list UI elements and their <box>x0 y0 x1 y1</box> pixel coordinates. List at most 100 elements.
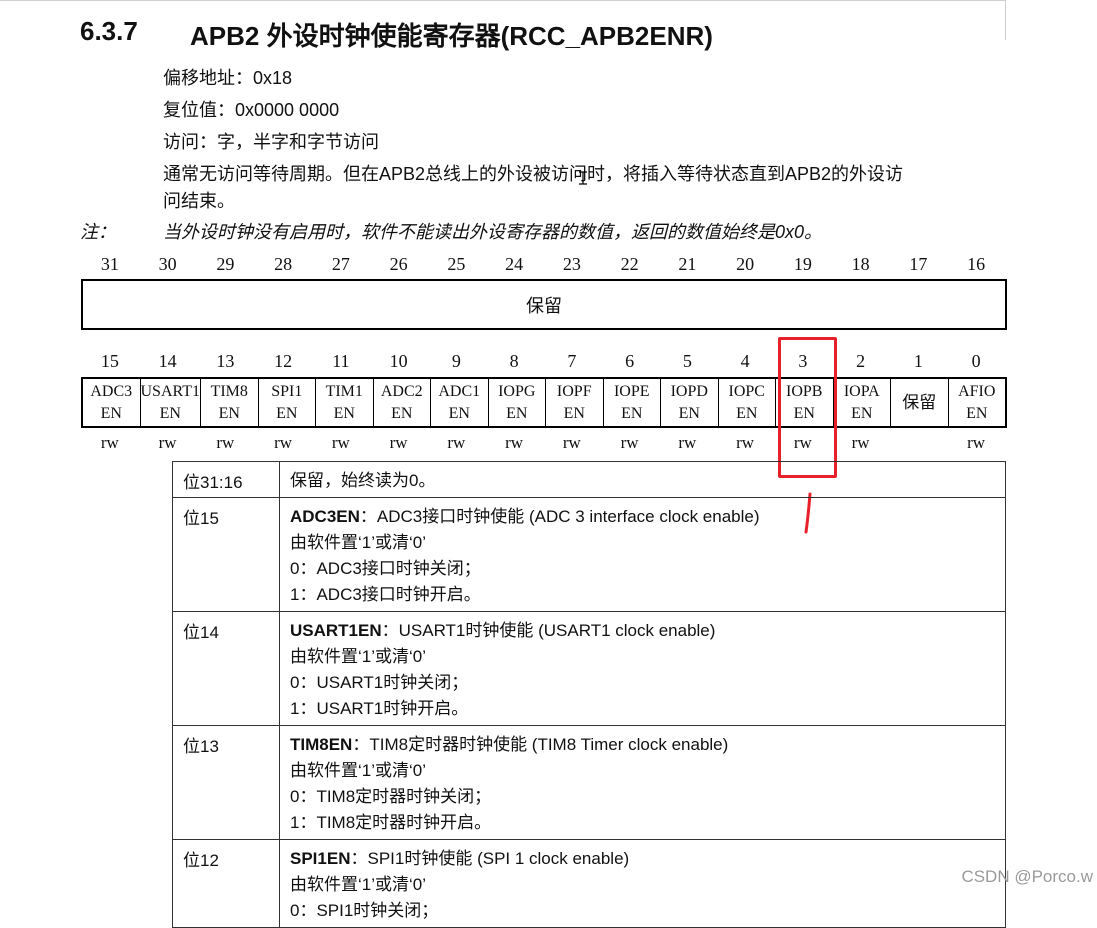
bit-description: 保留，始终读为0。 <box>279 461 1006 498</box>
page-right-rule <box>1005 0 1006 40</box>
section-number: 6.3.7 <box>80 16 138 46</box>
access-label: rw <box>100 433 119 452</box>
access-label <box>890 433 948 453</box>
description-line: 由软件置‘1’或清‘0’ <box>290 533 427 552</box>
bit-number: 4 <box>740 351 750 371</box>
field-summary: ：USART1时钟使能 (USART1 clock enable) <box>381 621 716 640</box>
bit-number: 6 <box>625 351 635 371</box>
bit-range: 位14 <box>172 611 280 726</box>
register-field: IOPC EN <box>719 379 776 426</box>
bit-range: 位13 <box>172 725 280 840</box>
description-row: 位13 TIM8EN：TIM8定时器时钟使能 (TIM8 Timer clock … <box>172 725 1006 840</box>
access-row: rw rw rw rw rw rw rw rw rw rw rw rw rw rw rw <box>81 433 1005 453</box>
bit-number: 1 <box>913 351 923 371</box>
register-field: SPI1 EN <box>259 379 316 426</box>
access-label: rw <box>505 433 524 452</box>
field-name: USART1EN <box>290 621 382 640</box>
description-title-line: SPI1EN：SPI1时钟使能 (SPI 1 clock enable) <box>290 846 997 872</box>
bit-number: 28 <box>274 254 293 274</box>
bit-number: 5 <box>682 351 692 371</box>
bit-description-table: 位31:16 保留，始终读为0。 位15 ADC3EN：ADC3接口时钟使能 (ADC… <box>172 461 1006 928</box>
field-summary: ：TIM8定时器时钟使能 (TIM8 Timer clock enable) <box>352 735 729 754</box>
register-field: TIM8 EN <box>201 379 259 426</box>
description-line: 1：ADC3接口时钟开启。 <box>290 585 481 604</box>
register-field: 保留 <box>891 379 949 426</box>
register-field: IOPG EN <box>489 379 546 426</box>
register-field: IOPE EN <box>604 379 661 426</box>
bit-number: 11 <box>332 351 350 371</box>
low-bit-numbers: 15 14 13 12 11 10 9 8 7 6 5 4 3 2 1 0 <box>81 351 1005 372</box>
register-field: IOPD EN <box>661 379 719 426</box>
bit-number: 9 <box>451 351 461 371</box>
register-field: ADC3 EN <box>83 379 141 426</box>
bit-number: 15 <box>100 351 119 371</box>
highlight-rectangle <box>778 337 837 478</box>
watermark: CSDN @Porco.w <box>961 867 1093 886</box>
bit-number: 20 <box>736 254 755 274</box>
field-summary: ：ADC3接口时钟使能 (ADC 3 interface clock enabl… <box>359 507 760 526</box>
access-label: rw <box>389 433 408 452</box>
description-line: 0：USART1时钟关闭； <box>290 673 469 692</box>
bit-number: 7 <box>567 351 577 371</box>
description-line: 1：TIM8定时器时钟开启。 <box>290 813 492 832</box>
wait-description-line2: 问结束。 <box>163 191 235 211</box>
access-label: rw <box>216 433 235 452</box>
bit-number: 21 <box>678 254 697 274</box>
bit-description: TIM8EN：TIM8定时器时钟使能 (TIM8 Timer clock ena… <box>279 725 1006 840</box>
note-label: 注： <box>80 222 116 242</box>
section-title: APB2 外设时钟使能寄存器(RCC_APB2ENR) <box>190 21 713 51</box>
bit-number: 23 <box>562 254 581 274</box>
register-field: IOPA EN <box>834 379 891 426</box>
register-field: IOPF EN <box>546 379 604 426</box>
high-bit-numbers: 31 30 29 28 27 26 25 24 23 22 21 20 19 18 17 16 <box>81 254 1005 275</box>
bit-range: 位12 <box>172 839 280 928</box>
register-high-reserved: 保留 <box>81 279 1007 330</box>
access-label: rw <box>562 433 581 452</box>
register-field: ADC1 EN <box>431 379 489 426</box>
offset-address: 偏移地址：0x18 <box>163 68 293 88</box>
note-text: 当外设时钟没有启用时，软件不能读出外设寄存器的数值，返回的数值始终是0x0。 <box>163 222 823 242</box>
bit-range: 位15 <box>172 497 280 612</box>
bit-number: 24 <box>505 254 524 274</box>
access-type: 访问：字，半字和字节访问 <box>163 132 379 152</box>
description-row: 位15 ADC3EN：ADC3接口时钟使能 (ADC 3 interface cl… <box>172 497 1006 612</box>
access-label: rw <box>331 433 350 452</box>
bit-number: 25 <box>447 254 466 274</box>
access-label: rw <box>736 433 755 452</box>
description-row: 位31:16 保留，始终读为0。 <box>172 461 1006 498</box>
access-label: rw <box>620 433 639 452</box>
bit-number: 31 <box>100 254 119 274</box>
bit-number: 18 <box>851 254 870 274</box>
bit-number: 27 <box>331 254 350 274</box>
field-name: SPI1EN <box>290 849 351 868</box>
access-label: rw <box>158 433 177 452</box>
description-line: 由软件置‘1’或清‘0’ <box>290 647 427 666</box>
bit-description: SPI1EN：SPI1时钟使能 (SPI 1 clock enable) 由软件置… <box>279 839 1006 928</box>
bit-description: USART1EN：USART1时钟使能 (USART1 clock enable… <box>279 611 1006 726</box>
bit-number: 22 <box>620 254 639 274</box>
reset-value: 复位值：0x0000 0000 <box>163 100 340 120</box>
description-line: 1：USART1时钟开启。 <box>290 699 469 718</box>
description-line: 0：TIM8定时器时钟关闭； <box>290 787 492 806</box>
field-name: ADC3EN <box>290 507 360 526</box>
description-title-line: USART1EN：USART1时钟使能 (USART1 clock enable… <box>290 618 997 644</box>
bit-range: 位31:16 <box>172 461 280 498</box>
description-line: 由软件置‘1’或清‘0’ <box>290 761 427 780</box>
description-title-line: 保留，始终读为0。 <box>290 468 997 494</box>
access-label: rw <box>851 433 870 452</box>
access-label: rw <box>274 433 293 452</box>
register-field: TIM1 EN <box>316 379 374 426</box>
bit-number: 13 <box>216 351 235 371</box>
bit-number: 10 <box>389 351 408 371</box>
bit-number: 0 <box>971 351 981 371</box>
bit-number: 26 <box>389 254 408 274</box>
access-label: rw <box>447 433 466 452</box>
bit-number: 12 <box>274 351 293 371</box>
reserved-label: 保留 <box>526 295 562 316</box>
description-line: 0：SPI1时钟关闭； <box>290 901 439 920</box>
description-line: 由软件置‘1’或清‘0’ <box>290 875 427 894</box>
field-summary: ：SPI1时钟使能 (SPI 1 clock enable) <box>350 849 630 868</box>
page-top-rule <box>0 0 1005 1</box>
bit-number: 14 <box>158 351 177 371</box>
bit-number: 17 <box>909 254 928 274</box>
